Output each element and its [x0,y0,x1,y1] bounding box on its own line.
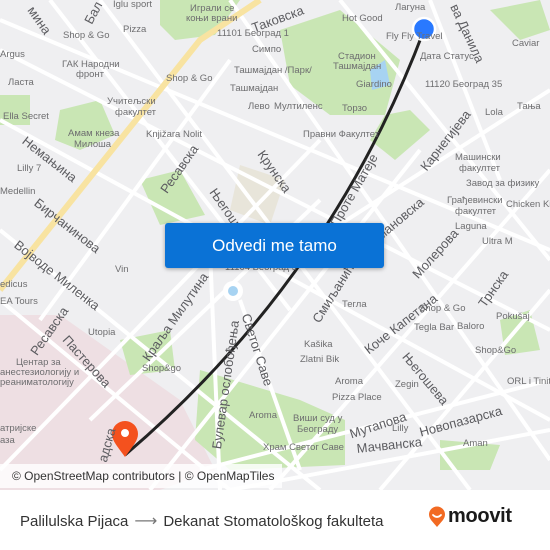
place-masinski1: Машински [455,152,501,163]
attribution-text: © OpenStreetMap contributors | © OpenMap… [12,469,275,483]
place-amam1: Амам кнеза [68,128,120,139]
place-pizzaplace: Pizza Place [332,392,382,403]
place-pedijatrijske2: аза [0,435,15,446]
place-giardino: Giardino [356,79,392,90]
place-orl: ORL i Tinitu [507,376,550,387]
place-shopgo4: Shop&Go [475,345,517,356]
place-eatours: EA Tours [0,296,38,307]
place-konji: коњи врани [186,13,238,24]
place-ella: Ella Secret [3,111,49,122]
place-vin: Vin [115,264,129,275]
place-medellin: Medellin [0,186,36,197]
place-shopgo5: Shop&go [142,363,182,374]
place-flyfly: Fly Fly Travel [386,31,443,42]
place-iglu: Iglu sport [113,0,153,10]
place-hram: Храм Светог Саве [263,442,344,453]
place-laguna2: Laguna [455,221,487,232]
place-laguna: Лагуна [395,2,426,13]
place-stadion2: Ташмајдан [333,61,382,72]
route-origin: Palilulska Pijaca [20,512,129,530]
place-masinski2: факултет [459,163,501,174]
place-data-status: Дата Статус [420,51,474,62]
place-zegin: Zegin [395,379,419,390]
place-aroma2: Aroma [249,410,277,421]
place-lola: Lola [485,107,503,118]
moovit-pin-icon [429,506,445,527]
place-tanja: Тања [517,101,541,112]
place-gak2: фронт [76,69,104,80]
place-chicken: Chicken Ki [506,199,550,210]
place-beograd1: 11101 Београд 1 [217,28,289,39]
place-zavod: Завод за физику [466,178,540,189]
place-pedijatrijske1: атријске [0,423,37,434]
place-simpo: Симпо [252,44,282,55]
place-shopgo: Shop & Go [63,30,110,41]
place-tegla: Тегла [342,299,367,310]
place-nolit: Knjižara Nolit [146,129,202,140]
place-hotgood: Hot Good [342,13,383,24]
place-levo: Лево [248,101,270,112]
place-pizza: Pizza [123,24,147,35]
route-summary: Palilulska Pijaca ⟶ Dekanat Stomatološko… [20,511,383,531]
place-tasmajdan-park: Ташмајдан /Парк/ [234,65,312,76]
place-pravni: Правни Факултет [303,129,380,140]
place-aroma1: Aroma [335,376,363,387]
place-caviar: Caviar [512,38,540,49]
map-attribution: © OpenStreetMap contributors | © OpenMap… [0,464,283,488]
place-beograd35: 11120 Београд 35 [425,79,503,90]
place-gradjevinski2: факултет [455,206,497,217]
place-baloro: Baloro [457,321,485,332]
place-lilly: Lilly [392,423,409,434]
place-tasmajdan: Ташмајдан [230,83,279,94]
park-ne [490,0,550,40]
place-aman: Aman [463,438,488,449]
place-teglabar: Tegla Bar [414,322,455,333]
place-gradjevinski1: Грађевински [447,195,503,206]
place-shopgo2: Shop & Go [166,73,213,84]
place-medicus: edicus [0,279,28,290]
place-amam2: Милоша [74,139,112,150]
moovit-wordmark: moovit [448,505,512,527]
place-kasika: Kašika [304,339,333,350]
roundabout-fountain [228,286,238,296]
place-zlatnibik: Zlatni Bik [300,354,340,365]
place-lilly7: Lilly 7 [17,163,42,174]
map-view[interactable]: Таковска Бал мина Немањина Бирчанинова В… [0,0,550,490]
place-uciteljski1: Учитељски [107,96,156,107]
place-argus: Argus [0,49,25,60]
moovit-logo: moovit [428,505,512,528]
place-multilens: Мултиленс [274,101,323,112]
take-me-there-label: Odvedi me tamo [212,235,337,255]
place-centar3: реаниматологију [0,377,74,388]
place-ultra: Ultra M [482,236,513,247]
place-shopgo3: Shop & Go [419,303,466,314]
place-pokusaj: Pokušaj [496,311,530,322]
place-lasta: Ласта [8,77,34,88]
route-destination: Dekanat Stomatološkog fakulteta [163,512,384,530]
place-torzo: Торзо [342,103,368,114]
arrow-right-icon: ⟶ [134,513,158,530]
place-uciteljski2: факултет [115,107,157,118]
place-visisud1: Виши суд у [293,413,343,424]
take-me-there-button[interactable]: Odvedi me tamo [165,223,384,268]
place-utopia: Utopia [88,327,116,338]
place-visisud2: Београду [297,424,339,435]
